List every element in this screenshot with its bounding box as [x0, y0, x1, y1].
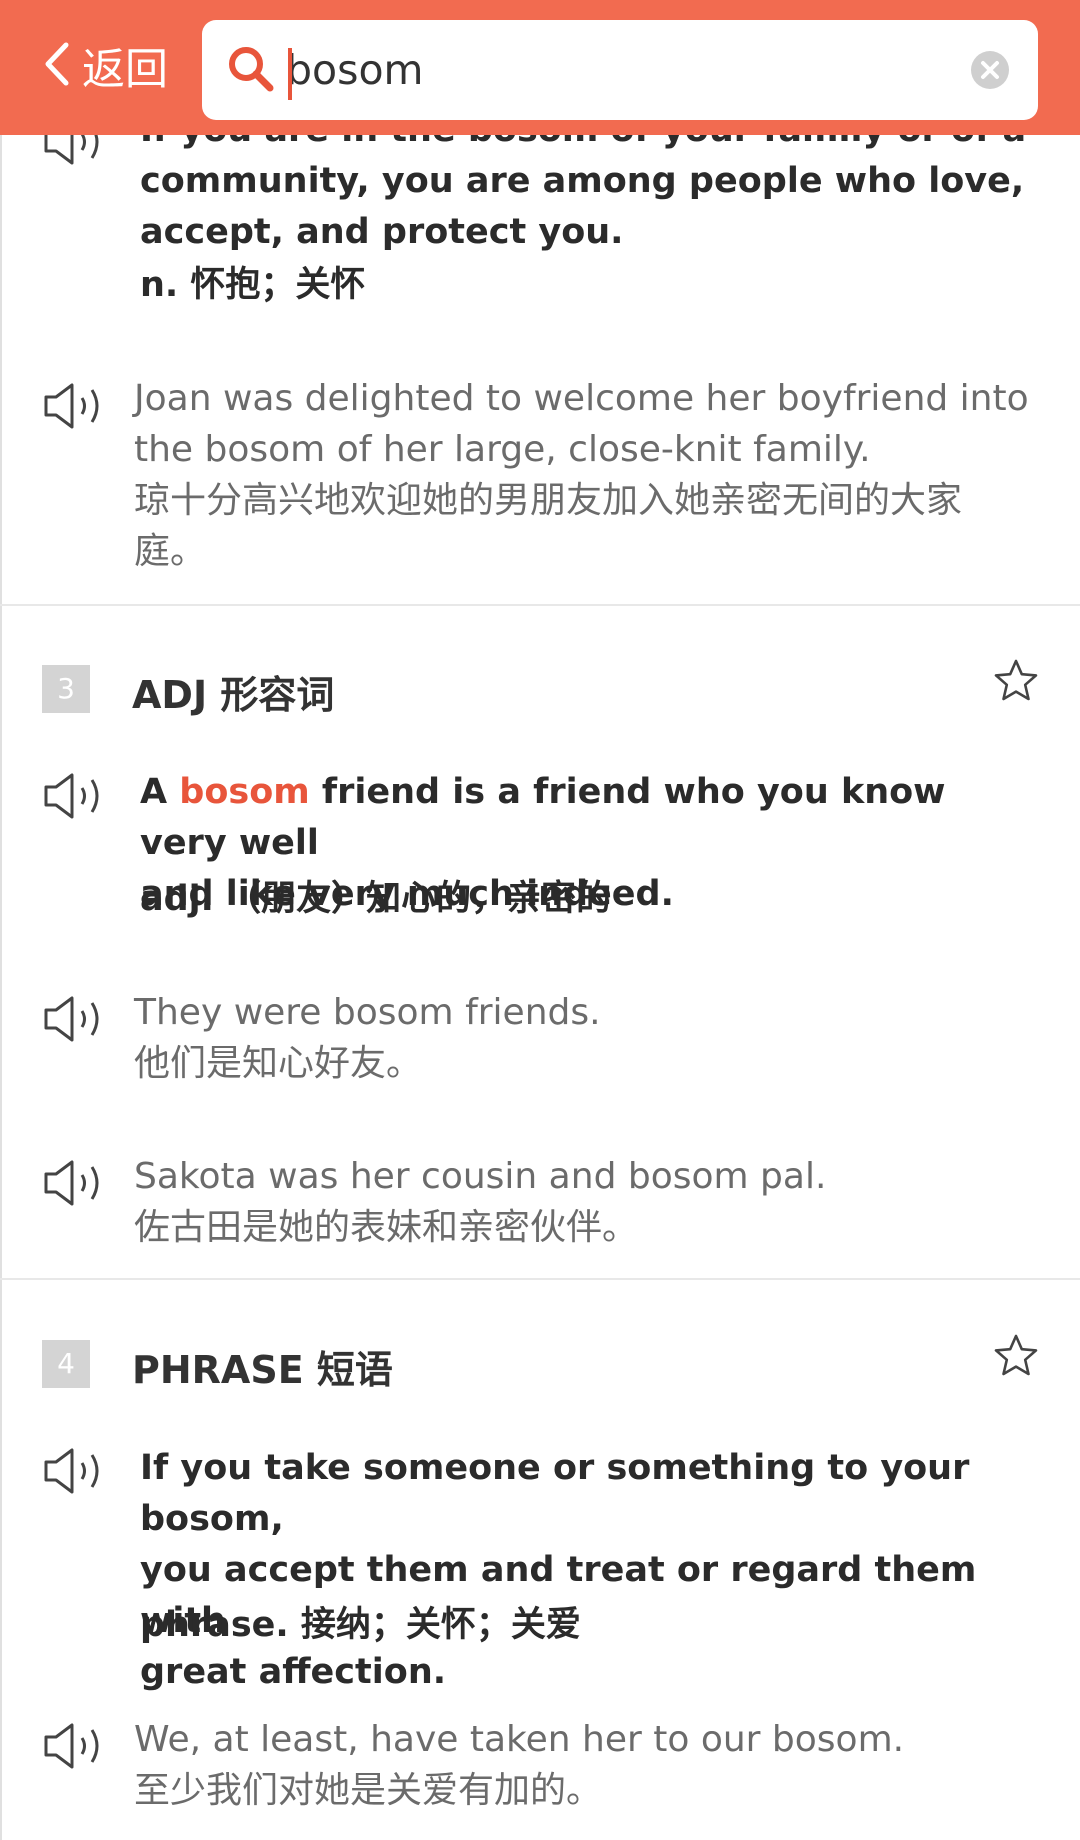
- clear-icon[interactable]: [970, 50, 1010, 90]
- example-sentence: They were bosom friends. 他们是知心好友。: [134, 992, 601, 1084]
- speaker-icon[interactable]: [42, 1445, 110, 1497]
- speaker-icon[interactable]: [42, 1157, 110, 1209]
- example-sentence: Sakota was her cousin and bosom pal. 佐古田…: [134, 1156, 827, 1248]
- headword-highlight: bosom: [179, 772, 310, 812]
- speaker-icon[interactable]: [42, 770, 110, 822]
- left-border: [0, 0, 2, 1840]
- search-input[interactable]: bosom: [286, 42, 424, 98]
- speaker-icon[interactable]: [42, 1720, 110, 1772]
- back-button[interactable]: 返回: [40, 34, 168, 98]
- divider: [0, 604, 1080, 606]
- example-sentence: We, at least, have taken her to our boso…: [134, 1719, 905, 1811]
- sense-number: 3: [42, 665, 90, 713]
- speaker-icon[interactable]: [42, 993, 110, 1045]
- definition-cn: phrase. 接纳；关怀；关爱: [140, 1605, 581, 1645]
- text-cursor: [288, 48, 292, 100]
- definition-cn: adj. （朋友）知心的，亲密的: [140, 879, 612, 919]
- speaker-icon[interactable]: [42, 380, 110, 432]
- definition-cn: n. 怀抱；关怀: [140, 265, 366, 305]
- part-of-speech: PHRASE 短语: [132, 1348, 393, 1392]
- search-icon: [226, 44, 276, 94]
- top-bar: 返回 bosom: [0, 0, 1080, 135]
- definition-en: If you take someone or something to your…: [140, 1448, 977, 1692]
- star-icon[interactable]: [993, 1333, 1039, 1379]
- divider: [0, 1278, 1080, 1280]
- part-of-speech: ADJ 形容词: [132, 673, 335, 717]
- dictionary-content: If you are in the bosom of your family o…: [0, 0, 1080, 1840]
- search-box[interactable]: bosom: [202, 20, 1038, 120]
- chevron-left-icon: [40, 39, 74, 93]
- back-label: 返回: [82, 45, 168, 95]
- star-icon[interactable]: [993, 658, 1039, 704]
- example-sentence: Joan was delighted to welcome her boyfri…: [134, 378, 1029, 572]
- sense-number: 4: [42, 1340, 90, 1388]
